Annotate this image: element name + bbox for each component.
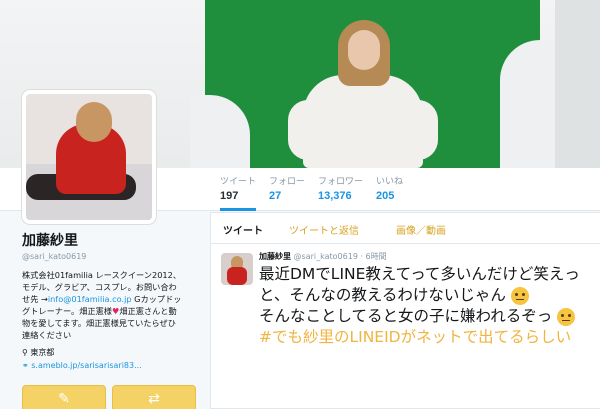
timeline-tabs: ツイート ツイートと返信 画像／動画 (211, 213, 600, 244)
timeline: ツイート ツイートと返信 画像／動画 加藤紗里 @sari_kato0619 ·… (210, 212, 600, 409)
tweet-handle[interactable]: @sari_kato0619 (294, 252, 358, 261)
tweet-header: 加藤紗里 @sari_kato0619 · 6時間 (259, 251, 387, 262)
profile-location: ⚲ 東京都 (22, 347, 192, 358)
tab-media[interactable]: 画像／動画 (396, 222, 446, 237)
stat-following-value: 27 (269, 190, 282, 202)
profile-card: 加藤紗里 @sari_kato0619 株式会社01familia レースクイー… (22, 230, 192, 370)
tab-tweets[interactable]: ツイート (223, 222, 263, 237)
profile-url[interactable]: ⚭ s.ameblo.jp/sarisarisari83... (22, 361, 182, 370)
tweet-time[interactable]: · 6時間 (360, 252, 386, 261)
stat-following[interactable]: フォロー 27 (269, 174, 305, 202)
message-icon: ✎ (58, 391, 70, 407)
banner-cutout-right (500, 40, 560, 168)
expressionless-face-emoji-icon (557, 307, 576, 326)
tweet[interactable]: 加藤紗里 @sari_kato0619 · 6時間 最近DMでLINE教えてって… (211, 245, 600, 409)
stat-tweets-value: 197 (220, 190, 239, 202)
tweet-hashtag[interactable]: #でも紗里のLINEIDがネットで出てるらしい (259, 328, 571, 346)
profile-bio: 株式会社01familia レースクイーン2012、モデル、グラビア、コスプレ。… (22, 269, 182, 341)
person-sweater (303, 75, 423, 168)
stat-followers[interactable]: フォロワー 13,376 (318, 174, 363, 202)
profile-url-text[interactable]: s.ameblo.jp/sarisarisari83... (31, 361, 141, 370)
stat-likes-value: 205 (376, 190, 395, 202)
banner-person (288, 20, 438, 168)
tweet-avatar-body (227, 267, 247, 285)
stat-following-label: フォロー (269, 176, 306, 186)
thinking-face-emoji-icon (510, 286, 529, 305)
retweet-toggle-button[interactable]: ⇄ (112, 385, 196, 409)
stat-tweets-label: ツイート (220, 176, 257, 186)
tab-tweets-and-replies[interactable]: ツイートと返信 (289, 222, 359, 237)
avatar-head (76, 102, 112, 142)
tweet-text: 最近DMでLINE教えてって多いんだけど笑えっと、そんなの教えるわけないじゃん … (259, 264, 595, 348)
stat-likes[interactable]: いいね 205 (376, 174, 403, 202)
tweet-line-2: そんなことしてると女の子に嫌われるぞっ (259, 307, 553, 325)
stat-tweets[interactable]: ツイート 197 (220, 174, 257, 211)
message-button[interactable]: ✎ (22, 385, 106, 409)
profile-name[interactable]: 加藤紗里 (22, 230, 192, 250)
profile-location-text: 東京都 (30, 348, 55, 357)
link-icon: ⚭ (22, 361, 29, 370)
person-face (348, 30, 380, 70)
banner-curtain (555, 0, 600, 168)
stat-followers-label: フォロワー (318, 176, 364, 186)
location-pin-icon: ⚲ (22, 348, 28, 357)
tweet-author[interactable]: 加藤紗里 (259, 252, 291, 261)
tweet-avatar[interactable] (221, 253, 253, 285)
retweet-icon: ⇄ (148, 391, 160, 407)
tweet-line-1: 最近DMでLINE教えてって多いんだけど笑えっと、そんなの教えるわけないじゃん (259, 265, 580, 304)
profile-avatar[interactable] (22, 90, 156, 224)
profile-handle[interactable]: @sari_kato0619 (22, 252, 192, 261)
bio-email-link[interactable]: info@01familia.co.jp (48, 294, 132, 304)
stat-likes-label: いいね (376, 176, 404, 186)
stat-followers-value: 13,376 (318, 190, 352, 202)
